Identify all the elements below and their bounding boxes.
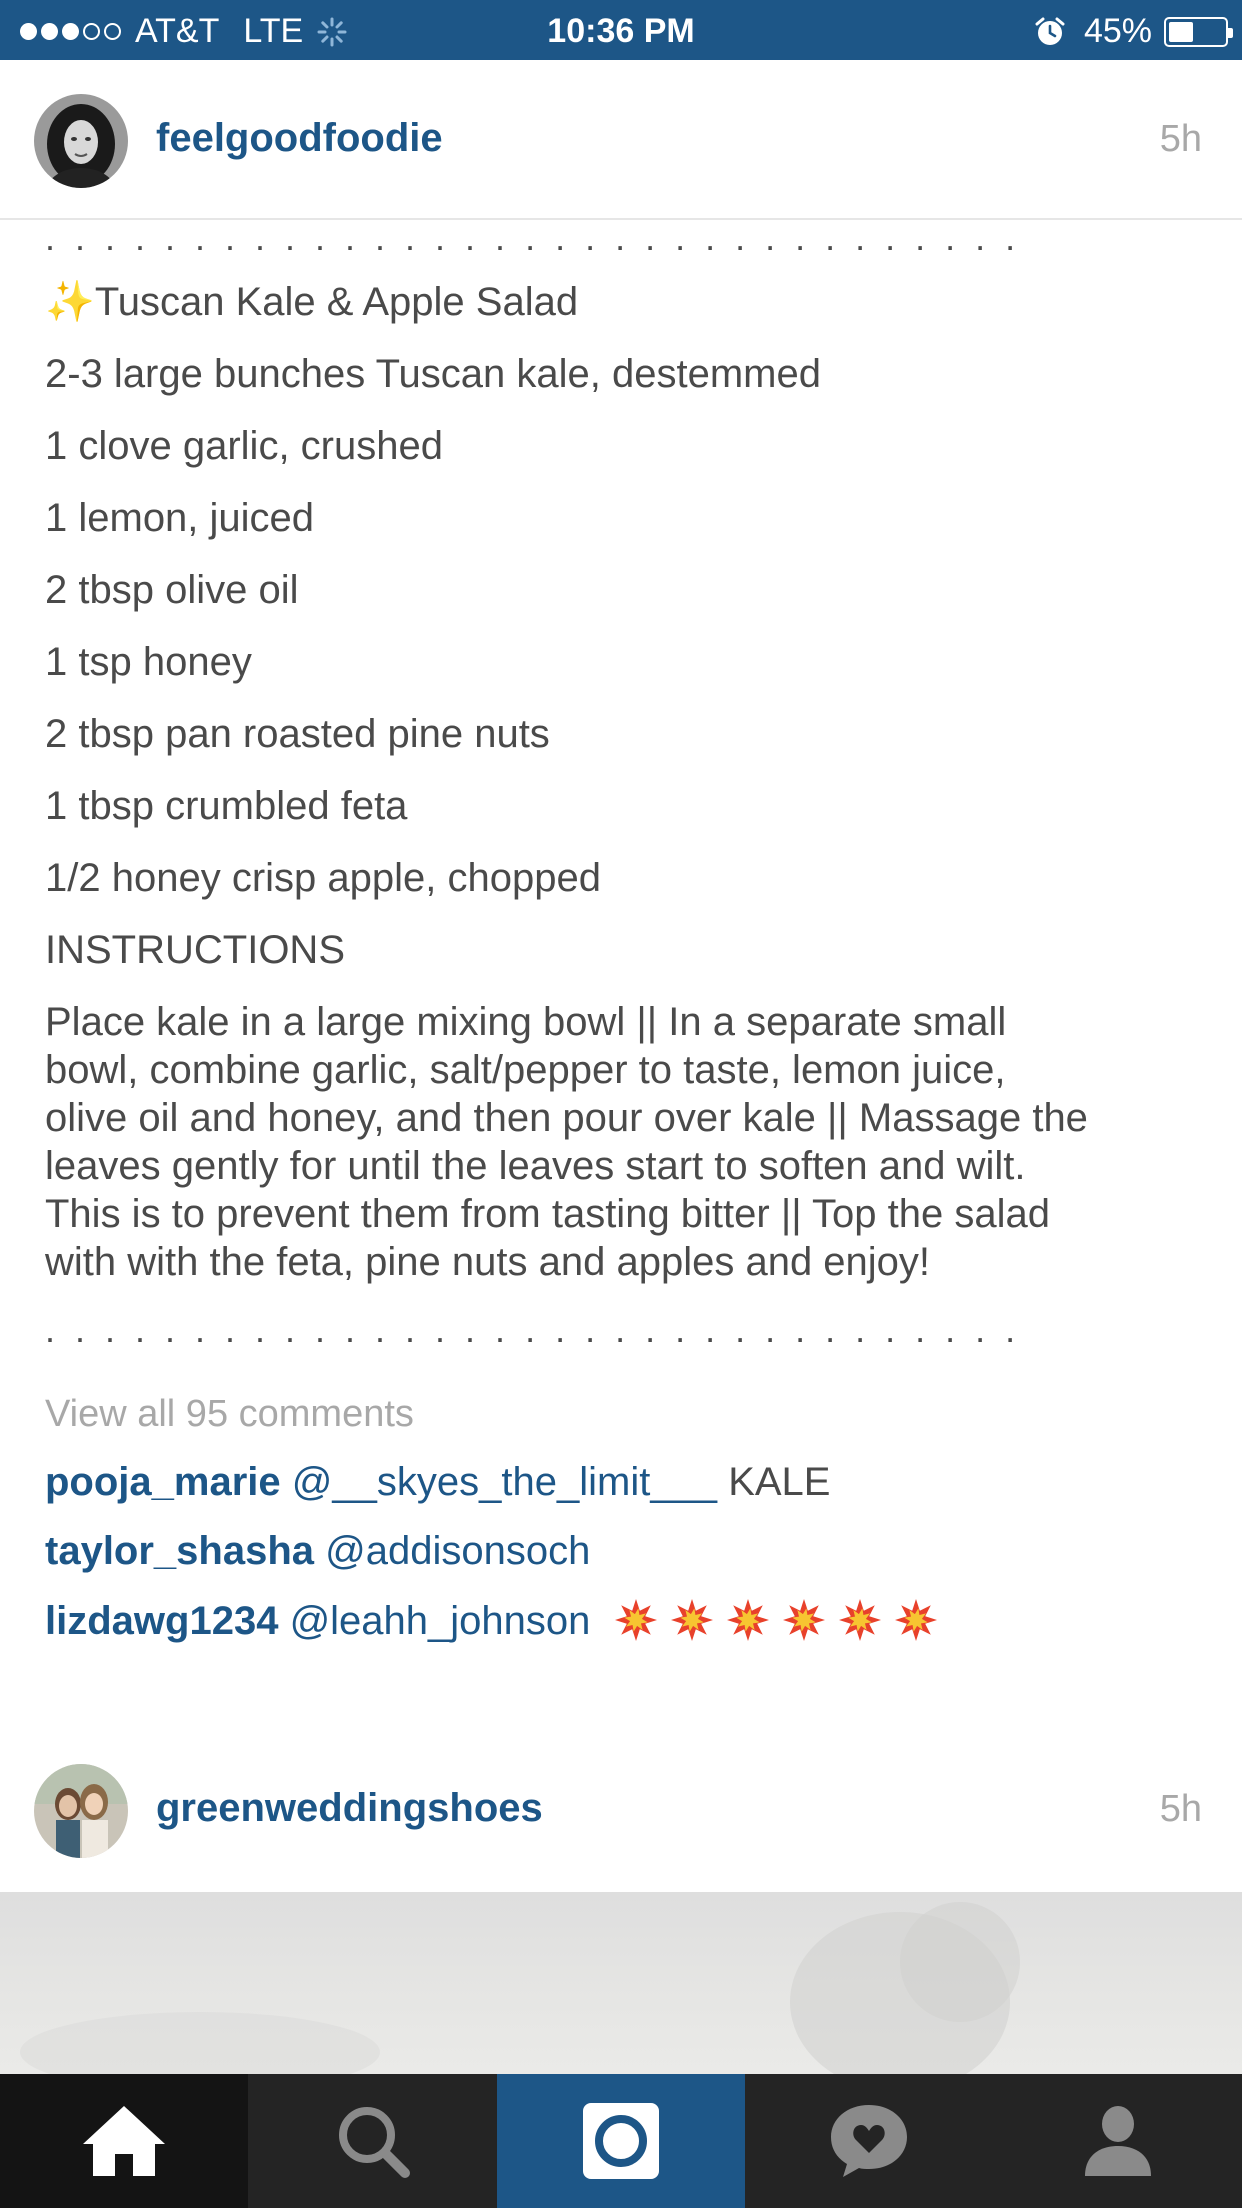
- instagram-feed-screen: AT&T LTE 10:36 PM 45% feelgoodfoodie 5h …: [0, 0, 1242, 2208]
- ingredient-line: 2 tbsp olive oil: [45, 568, 299, 612]
- battery-tip: [1228, 27, 1233, 38]
- post-photo-image: [20, 1902, 1020, 2074]
- collision-icon: [894, 1599, 937, 1641]
- sparkles-icon: ✨: [45, 280, 95, 324]
- status-right: 45%: [1034, 12, 1233, 51]
- instructions-line: olive oil and honey, and then pour over …: [45, 1096, 1088, 1140]
- post-photo[interactable]: [0, 1892, 1242, 2074]
- collision-icon: [670, 1599, 713, 1641]
- profile-icon: [1084, 2106, 1151, 2176]
- comment-row: lizdawg1234 @leahh_johnson: [45, 1598, 950, 1644]
- comment-mention[interactable]: @leahh_johnson: [290, 1599, 591, 1643]
- heart-bubble-icon: [831, 2105, 908, 2177]
- view-all-comments-link[interactable]: View all 95 comments: [45, 1393, 414, 1436]
- comment-username[interactable]: taylor_shasha: [45, 1529, 314, 1573]
- collision-icon: [726, 1599, 769, 1641]
- instructions-line: This is to prevent them from tasting bit…: [45, 1192, 1050, 1236]
- avatar-photo: [34, 1764, 128, 1858]
- ingredient-line: 2 tbsp pan roasted pine nuts: [45, 712, 550, 756]
- comment-text: KALE: [728, 1460, 831, 1504]
- avatar[interactable]: [34, 1764, 128, 1858]
- tab-home[interactable]: [0, 2074, 249, 2208]
- tab-activity[interactable]: [745, 2074, 993, 2208]
- comment-row: pooja_marie @__skyes_the_limit___ KALE: [45, 1460, 830, 1505]
- recipe-title: ✨Tuscan Kale & Apple Salad: [45, 266, 1205, 338]
- battery-icon: [1164, 16, 1233, 47]
- battery-level: [1169, 21, 1193, 42]
- status-bar: AT&T LTE 10:36 PM 45%: [0, 0, 1242, 60]
- instructions-text: Place kale in a large mixing bowl || In …: [45, 998, 1205, 1286]
- caption-divider: . . . . . . . . . . . . . . . . . . . . …: [45, 220, 1021, 256]
- ingredient-line: 1/2 honey crisp apple, chopped: [45, 856, 601, 900]
- bottom-tab-bar: [0, 2074, 1242, 2208]
- post-username[interactable]: feelgoodfoodie: [156, 116, 443, 161]
- home-icon: [83, 2106, 166, 2176]
- ingredient-line: 1 clove garlic, crushed: [45, 424, 443, 468]
- collision-icon: [838, 1599, 881, 1641]
- comment-username[interactable]: pooja_marie: [45, 1460, 281, 1504]
- post-header: feelgoodfoodie 5h: [0, 60, 1242, 220]
- instructions-line: leaves gently for until the leaves start…: [45, 1144, 1026, 1188]
- comment-username[interactable]: lizdawg1234: [45, 1599, 278, 1643]
- tab-camera[interactable]: [496, 2074, 746, 2208]
- post-time-ago: 5h: [1159, 1788, 1202, 1830]
- collision-icon: [782, 1599, 825, 1641]
- ingredient-line: 1 tsp honey: [45, 640, 252, 684]
- instructions-line: Place kale in a large mixing bowl || In …: [45, 1000, 1007, 1044]
- collision-icon: [614, 1599, 657, 1641]
- avatar[interactable]: [34, 94, 128, 188]
- post-caption: . . . . . . . . . . . . . . . . . . . . …: [45, 220, 1205, 1348]
- post-time-ago: 5h: [1159, 118, 1202, 160]
- next-post-header: greenweddingshoes 5h: [0, 1740, 1242, 1892]
- comment-emoji-group: [614, 1599, 950, 1643]
- battery-percentage: 45%: [1083, 12, 1152, 50]
- recipe-title-text: Tuscan Kale & Apple Salad: [94, 280, 579, 324]
- caption-divider: . . . . . . . . . . . . . . . . . . . . …: [45, 1312, 1021, 1348]
- ingredient-line: 1 tbsp crumbled feta: [45, 784, 408, 828]
- instructions-line: with with the feta, pine nuts and apples…: [45, 1240, 931, 1284]
- comment-mention[interactable]: @addisonsoch: [325, 1529, 590, 1573]
- alarm-clock-icon: [1035, 17, 1065, 45]
- avatar-photo: [34, 94, 128, 188]
- comment-row: taylor_shasha @addisonsoch: [45, 1529, 590, 1574]
- tab-search[interactable]: [248, 2074, 496, 2208]
- ingredient-line: 2-3 large bunches Tuscan kale, destemmed: [45, 352, 821, 396]
- search-icon: [338, 2107, 410, 2178]
- instructions-line: bowl, combine garlic, salt/pepper to tas…: [45, 1048, 1006, 1092]
- post-username[interactable]: greenweddingshoes: [156, 1786, 543, 1831]
- camera-icon: [582, 2103, 659, 2179]
- instructions-heading: INSTRUCTIONS: [45, 928, 345, 972]
- tab-profile[interactable]: [994, 2074, 1242, 2208]
- comment-mention[interactable]: @__skyes_the_limit___: [292, 1460, 717, 1504]
- ingredient-line: 1 lemon, juiced: [45, 496, 315, 540]
